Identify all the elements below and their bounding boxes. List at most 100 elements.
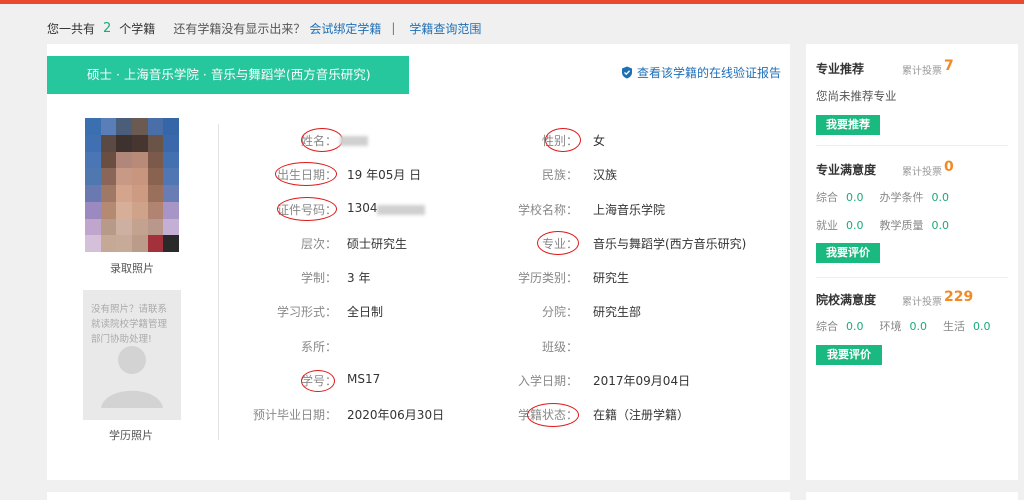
- score-value: 0.0: [973, 320, 991, 333]
- next-card-edge: [47, 492, 790, 500]
- photo-pixel: [163, 185, 179, 202]
- photo-pixel: [85, 185, 101, 202]
- photo-pixel: [85, 151, 101, 169]
- top-accent-bar: [0, 0, 1024, 4]
- record-banner: 硕士 · 上海音乐学院 · 音乐与舞蹈学(西方音乐研究): [47, 56, 409, 94]
- photo-pixel: [100, 201, 117, 219]
- score-label: 综合: [816, 191, 838, 204]
- photo-pixel: [163, 218, 179, 236]
- major-recommend-section: 专业推荐 累计投票 7 您尚未推荐专业 我要推荐: [816, 58, 1008, 140]
- query-scope-link[interactable]: 学籍查询范围: [409, 20, 481, 37]
- rate-major-button[interactable]: 我要评价: [816, 243, 880, 263]
- verify-report-label: 查看该学籍的在线验证报告: [637, 66, 782, 80]
- major-recommend-vote-label: 累计投票: [902, 66, 942, 77]
- field-label: 预计毕业日期：: [252, 408, 337, 422]
- major-score-row-2: 就业 0.0 教学质量 0.0: [816, 217, 965, 233]
- photo-pixel: [132, 168, 148, 185]
- photo-pixel: [132, 185, 148, 202]
- missing-question: 还有学籍没有显示出来？: [173, 21, 306, 36]
- recommend-button[interactable]: 我要推荐: [816, 115, 880, 135]
- photo-pixel: [100, 168, 117, 185]
- score-label: 办学条件: [879, 191, 924, 204]
- field-value: 硕士研究生: [347, 237, 408, 251]
- diploma-photo-placeholder: 没有照片？请联系就读院校学籍管理部门协助处理!: [83, 290, 181, 420]
- field-label: 学历类别：: [517, 271, 578, 285]
- score-value: 0.0: [846, 219, 864, 232]
- field-label: 分院：: [541, 305, 578, 319]
- field-value: 汉族: [593, 168, 618, 182]
- major-recommend-votes: 7: [944, 58, 954, 74]
- field-value: 上海音乐学院: [593, 203, 666, 217]
- major-recommend-title: 专业推荐: [816, 62, 865, 76]
- photo-pixel: [100, 218, 117, 236]
- photo-pixel: [147, 134, 164, 152]
- score-value: 0.0: [909, 320, 928, 333]
- photo-pixel: [163, 168, 179, 185]
- admission-photo-label: 录取照片: [110, 262, 154, 275]
- major-satisfaction-section: 专业满意度 累计投票 0 综合 0.0 办学条件 0.0 就业 0.0 教学质量 0.0 我…: [816, 159, 1008, 271]
- school-satisfaction-title: 院校满意度: [816, 293, 877, 307]
- summary-prefix: 您一共有: [47, 21, 96, 36]
- photo-pixel: [116, 201, 132, 219]
- record-card: 硕士 · 上海音乐学院 · 音乐与舞蹈学(西方音乐研究) 查看该学籍的在线验证报…: [47, 44, 790, 480]
- photo-pixel: [100, 151, 117, 169]
- photo-pixel: [116, 151, 132, 169]
- admission-photo: [85, 118, 179, 252]
- photo-pixel: [116, 185, 132, 202]
- rating-sidebar: 专业推荐 累计投票 7 您尚未推荐专业 我要推荐 专业满意度 累计投票 0 综合…: [806, 44, 1018, 480]
- score-label: 生活: [943, 320, 965, 333]
- field-value: 19 年05月 日: [347, 168, 422, 182]
- photo-pixel: [163, 201, 179, 219]
- verify-report-link[interactable]: 查看该学籍的在线验证报告: [621, 64, 781, 81]
- score-value: 0.0: [931, 219, 950, 232]
- field-value: 1304: [347, 201, 378, 215]
- divider: [816, 145, 1008, 146]
- field-value: 在籍（注册学籍）: [593, 408, 690, 422]
- summary-suffix: 个学籍: [119, 21, 156, 36]
- photo-pixel: [85, 134, 101, 152]
- annotation-circle-status: [527, 403, 579, 427]
- photo-pixel: [163, 235, 179, 252]
- major-score-row-1: 综合 0.0 办学条件 0.0: [816, 189, 965, 205]
- divider: [816, 277, 1008, 278]
- annotation-circle-name: [301, 128, 343, 152]
- score-label: 环境: [879, 320, 902, 333]
- photo-pixel: [147, 201, 164, 219]
- photo-pixel: [147, 218, 164, 236]
- field-value: 音乐与舞蹈学(西方音乐研究): [593, 237, 747, 251]
- redacted-name: [340, 136, 368, 146]
- score-label: 教学质量: [879, 219, 924, 232]
- field-label: 入学日期：: [517, 374, 578, 388]
- photo-pixel: [116, 235, 132, 252]
- record-count: 2: [103, 20, 112, 36]
- school-satisfaction-section: 院校满意度 累计投票 229 综合 0.0 环境 0.0 生活 0.0 我要评价: [816, 289, 1008, 371]
- photo-pixel: [147, 151, 164, 169]
- major-satisfaction-votes: 0: [944, 159, 954, 175]
- photo-pixel: [132, 218, 148, 236]
- major-satisfaction-title: 专业满意度: [816, 163, 877, 177]
- shield-check-icon: [622, 66, 632, 79]
- field-value: 研究生部: [593, 305, 642, 319]
- score-label: 综合: [816, 320, 838, 333]
- field-label: 学习形式：: [276, 305, 337, 319]
- school-satisfaction-vote-label: 累计投票: [902, 297, 942, 308]
- photo-pixel: [85, 201, 101, 219]
- field-value: 3 年: [347, 271, 371, 285]
- photo-pixel: [163, 134, 179, 152]
- rate-school-button[interactable]: 我要评价: [816, 345, 882, 365]
- major-satisfaction-vote-label: 累计投票: [902, 167, 942, 178]
- score-value: 0.0: [931, 191, 950, 204]
- photo-pixel: [85, 118, 101, 135]
- annotation-circle-gender: [545, 128, 581, 152]
- field-value: 全日制: [347, 305, 384, 319]
- photo-pixel: [85, 168, 101, 185]
- vertical-divider: [218, 124, 219, 440]
- diploma-photo-label: 学历照片: [109, 429, 153, 442]
- score-label: 就业: [816, 219, 838, 232]
- school-satisfaction-votes: 229: [944, 289, 974, 305]
- photo-pixel: [147, 118, 164, 135]
- field-label: 学校名称：: [517, 203, 578, 217]
- bind-record-link[interactable]: 会试绑定学籍: [309, 20, 381, 37]
- photo-pixel: [100, 134, 117, 152]
- photo-pixel: [116, 218, 132, 236]
